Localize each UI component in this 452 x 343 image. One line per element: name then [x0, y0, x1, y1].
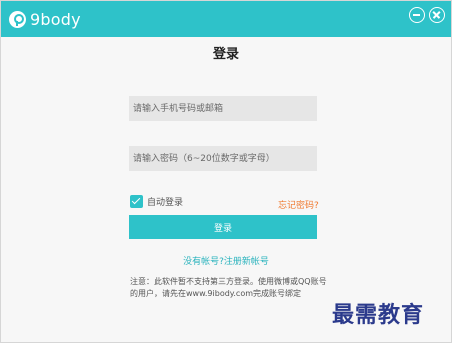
- notice-text: 注意：此软件暂不支持第三方登录。使用微博或QQ账号的用户，请先在www.9ibo…: [130, 277, 327, 298]
- watermark-text: 最需教育: [332, 302, 425, 328]
- login-button[interactable]: 登录: [129, 215, 317, 239]
- app-logo: 9body: [9, 7, 81, 31]
- forgot-password-link[interactable]: 忘记密码?: [278, 198, 319, 211]
- auto-login-label: 自动登录: [147, 198, 184, 208]
- phone-or-email-input[interactable]: [129, 96, 317, 121]
- password-input[interactable]: [129, 146, 317, 171]
- title-bar: 9body: [1, 1, 451, 37]
- close-icon[interactable]: [429, 7, 445, 23]
- brand-name: 9body: [30, 9, 81, 29]
- brand-icon: [9, 10, 26, 28]
- checkbox-checked-icon[interactable]: [130, 195, 143, 208]
- auto-login-toggle[interactable]: 自动登录: [130, 195, 183, 208]
- register-link[interactable]: 没有帐号?注册新帐号: [1, 254, 451, 267]
- login-window: 9body 登录 自动登录 忘记密码? 登录 没有帐号?注册新帐号 注意：此软件…: [0, 0, 452, 343]
- minimize-icon[interactable]: [409, 7, 425, 23]
- page-title: 登录: [212, 47, 239, 62]
